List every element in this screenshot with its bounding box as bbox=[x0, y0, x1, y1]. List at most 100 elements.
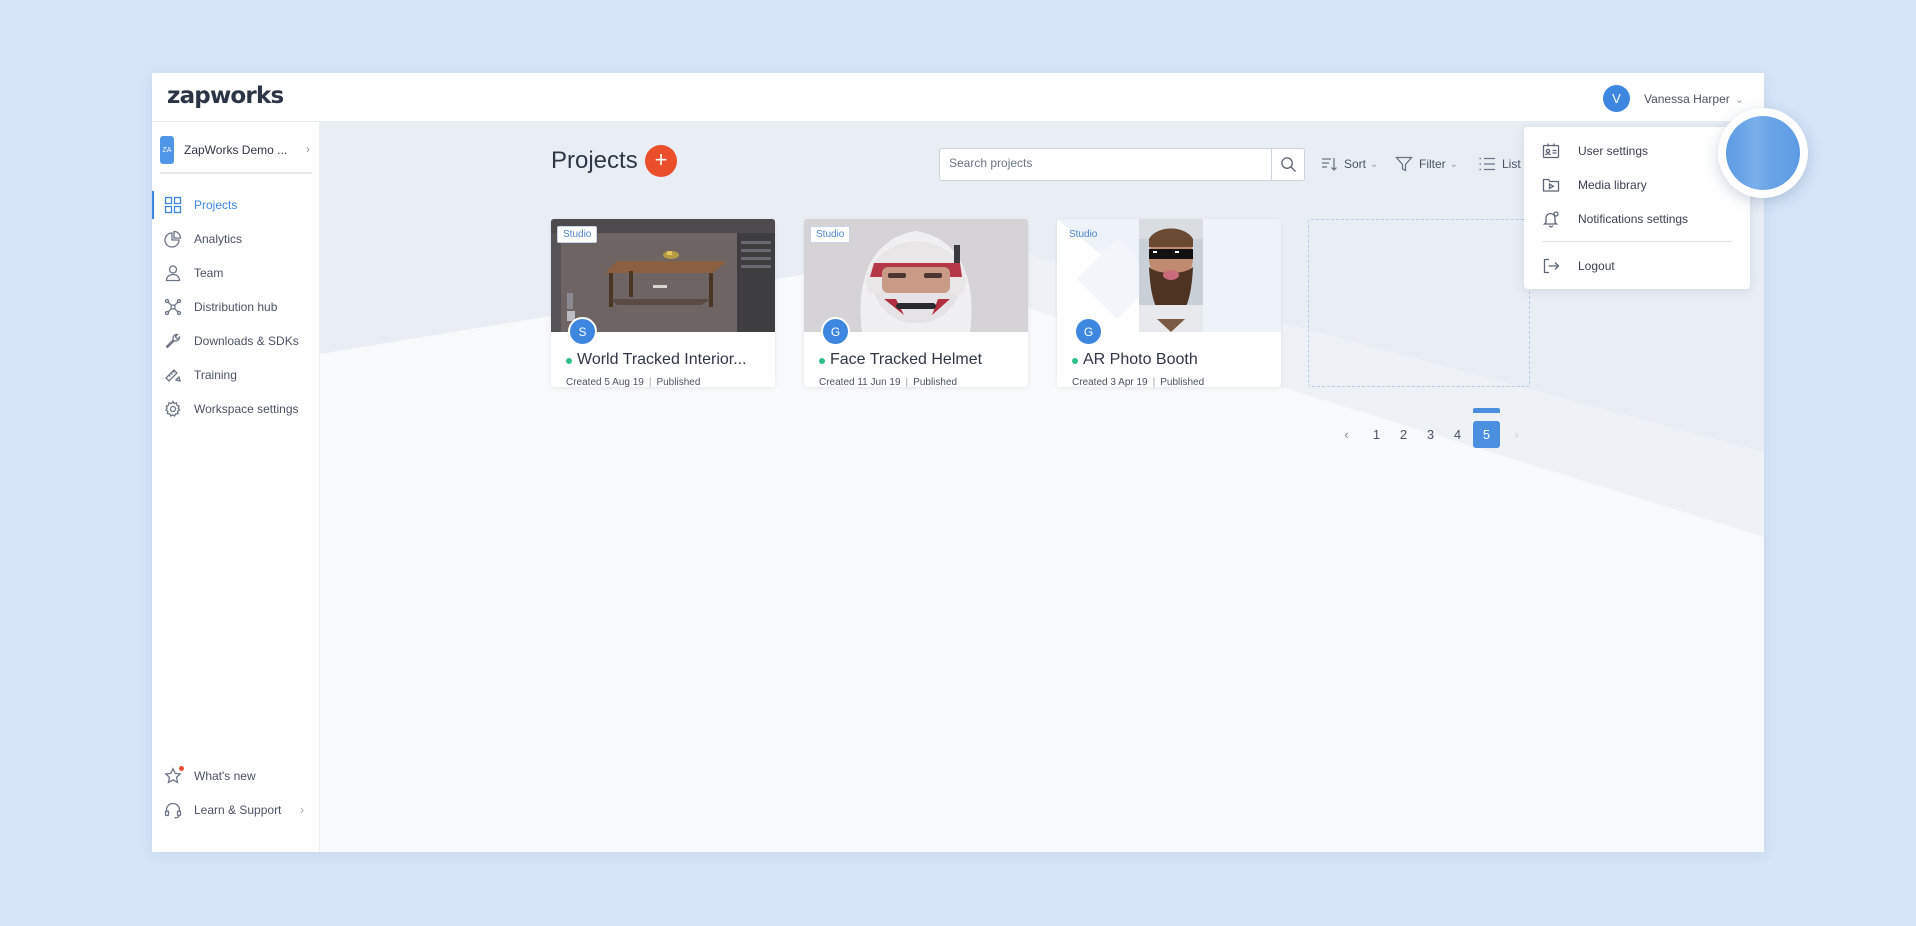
created-date: Created 5 Aug 19 bbox=[566, 377, 644, 387]
publish-status: Published bbox=[913, 377, 958, 387]
sidebar-nav: Projects Analytics Team Distribution hub… bbox=[152, 188, 320, 426]
project-meta: Created 5 Aug 19 | Published bbox=[566, 377, 701, 387]
top-bar: zapworks V Vanessa Harper ⌄ bbox=[152, 73, 1764, 122]
owner-avatar: G bbox=[1074, 317, 1103, 346]
project-card[interactable]: Studio G AR Photo Booth Created 3 Apr 19… bbox=[1057, 219, 1281, 387]
notification-dot bbox=[179, 766, 184, 771]
sidebar-item-label: Workspace settings bbox=[194, 402, 299, 416]
wrench-icon bbox=[164, 332, 182, 350]
menu-item-label: Logout bbox=[1578, 259, 1615, 273]
project-title[interactable]: AR Photo Booth bbox=[1083, 351, 1271, 369]
project-thumbnail[interactable]: Studio bbox=[804, 219, 1028, 332]
project-card[interactable]: Studio S World Tracked Interior... Creat… bbox=[551, 219, 775, 387]
sidebar-bottom-nav: What's new Learn & Support › bbox=[152, 759, 320, 827]
headset-icon bbox=[164, 801, 182, 819]
studio-tag: Studio bbox=[557, 226, 598, 243]
published-status-dot bbox=[566, 358, 572, 364]
sidebar-item-label: Analytics bbox=[194, 232, 243, 246]
sidebar-item-label: What's new bbox=[194, 769, 256, 783]
id-card-icon bbox=[1542, 143, 1560, 159]
sidebar-item-workspace-settings[interactable]: Workspace settings bbox=[152, 392, 320, 426]
chevron-right-icon: › bbox=[300, 803, 304, 817]
bell-gear-icon bbox=[1542, 211, 1559, 228]
search-button[interactable] bbox=[1271, 149, 1304, 180]
sidebar-item-projects[interactable]: Projects bbox=[152, 188, 320, 222]
grid-icon bbox=[164, 196, 182, 214]
owner-avatar: S bbox=[568, 317, 597, 346]
sidebar-item-label: Projects bbox=[194, 198, 238, 212]
user-dropdown-menu: User settings Media library Notification… bbox=[1524, 127, 1750, 289]
chevron-down-icon: ⌄ bbox=[1449, 158, 1459, 170]
project-title[interactable]: Face Tracked Helmet bbox=[830, 351, 1018, 369]
filter-button[interactable]: Filter ⌄ bbox=[1395, 155, 1458, 173]
chevron-right-icon: › bbox=[306, 142, 310, 156]
sort-icon bbox=[1322, 158, 1337, 171]
pagination-next-button[interactable]: › bbox=[1503, 421, 1530, 448]
project-card[interactable]: Studio G Face Tracked Helmet Created 11 … bbox=[804, 219, 1028, 387]
logout-icon bbox=[1543, 258, 1560, 274]
pagination-page-5[interactable]: 5 bbox=[1473, 421, 1500, 448]
zapworks-logo[interactable]: zapworks bbox=[167, 83, 284, 109]
sidebar-item-distribution-hub[interactable]: Distribution hub bbox=[152, 290, 320, 324]
menu-divider bbox=[1542, 241, 1732, 242]
list-label: List bbox=[1502, 157, 1521, 171]
project-thumbnail[interactable]: Studio bbox=[551, 219, 775, 332]
sort-button[interactable]: Sort ⌄ bbox=[1320, 155, 1378, 173]
pagination-page-3[interactable]: 3 bbox=[1417, 421, 1444, 448]
user-menu-toggle[interactable]: V Vanessa Harper ⌄ bbox=[1602, 85, 1744, 112]
sidebar-item-label: Learn & Support bbox=[194, 803, 282, 817]
menu-item-label: Notifications settings bbox=[1578, 212, 1689, 226]
page-title: Projects bbox=[551, 147, 638, 174]
add-project-button[interactable]: + bbox=[645, 145, 677, 177]
pagination-prev-button[interactable]: ‹ bbox=[1333, 421, 1360, 448]
created-date: Created 11 Jun 19 bbox=[819, 377, 901, 387]
network-icon bbox=[164, 298, 182, 316]
pagination-page-2[interactable]: 2 bbox=[1390, 421, 1417, 448]
owner-avatar: G bbox=[821, 317, 850, 346]
workspace-switcher[interactable]: ZA ZapWorks Demo ... › bbox=[160, 136, 312, 174]
menu-item-notifications-settings[interactable]: Notifications settings bbox=[1524, 205, 1750, 233]
sidebar-item-label: Team bbox=[194, 266, 224, 280]
sidebar-item-learn-support[interactable]: Learn & Support › bbox=[152, 793, 320, 827]
sidebar-item-analytics[interactable]: Analytics bbox=[152, 222, 320, 256]
sidebar-item-label: Distribution hub bbox=[194, 300, 278, 314]
sidebar-item-label: Downloads & SDKs bbox=[194, 334, 299, 348]
pie-chart-icon bbox=[164, 230, 182, 248]
ruler-pencil-icon bbox=[164, 366, 182, 384]
list-view-button[interactable]: List bbox=[1478, 155, 1521, 173]
sidebar-item-whats-new[interactable]: What's new bbox=[152, 759, 320, 793]
list-icon bbox=[1479, 157, 1495, 171]
gear-icon bbox=[164, 400, 182, 418]
menu-item-media-library[interactable]: Media library bbox=[1524, 171, 1750, 199]
menu-item-label: Media library bbox=[1578, 178, 1647, 192]
user-name[interactable]: Vanessa Harper bbox=[1644, 92, 1730, 106]
pagination-page-1[interactable]: 1 bbox=[1363, 421, 1390, 448]
pagination: ‹ 1 2 3 4 5 › bbox=[1333, 410, 1533, 450]
workspace-name: ZapWorks Demo ... bbox=[184, 143, 288, 157]
cursor-highlight bbox=[1718, 108, 1808, 198]
sidebar-item-label: Training bbox=[194, 368, 237, 382]
pagination-page-4[interactable]: 4 bbox=[1444, 421, 1471, 448]
menu-item-user-settings[interactable]: User settings bbox=[1524, 137, 1750, 165]
published-status-dot bbox=[1072, 358, 1078, 364]
sidebar-item-downloads-sdks[interactable]: Downloads & SDKs bbox=[152, 324, 320, 358]
person-icon bbox=[164, 264, 182, 282]
user-avatar[interactable]: V bbox=[1602, 85, 1630, 112]
studio-tag: Studio bbox=[810, 226, 851, 243]
published-status-dot bbox=[819, 358, 825, 364]
project-thumbnail[interactable]: Studio bbox=[1057, 219, 1281, 332]
chevron-down-icon[interactable]: ⌄ bbox=[1735, 93, 1744, 106]
search-input[interactable] bbox=[949, 156, 1259, 170]
sidebar-item-team[interactable]: Team bbox=[152, 256, 320, 290]
project-title[interactable]: World Tracked Interior... bbox=[577, 351, 765, 369]
cursor-highlight-fill bbox=[1726, 116, 1800, 190]
folder-play-icon bbox=[1542, 178, 1560, 192]
created-date: Created 3 Apr 19 bbox=[1072, 377, 1148, 387]
empty-project-slot bbox=[1308, 219, 1530, 387]
menu-item-logout[interactable]: Logout bbox=[1524, 252, 1750, 280]
project-meta: Created 11 Jun 19 | Published bbox=[819, 377, 958, 387]
menu-item-label: User settings bbox=[1578, 144, 1649, 158]
sidebar-item-training[interactable]: Training bbox=[152, 358, 320, 392]
publish-status: Published bbox=[1160, 377, 1205, 387]
chevron-down-icon: ⌄ bbox=[1370, 158, 1379, 170]
